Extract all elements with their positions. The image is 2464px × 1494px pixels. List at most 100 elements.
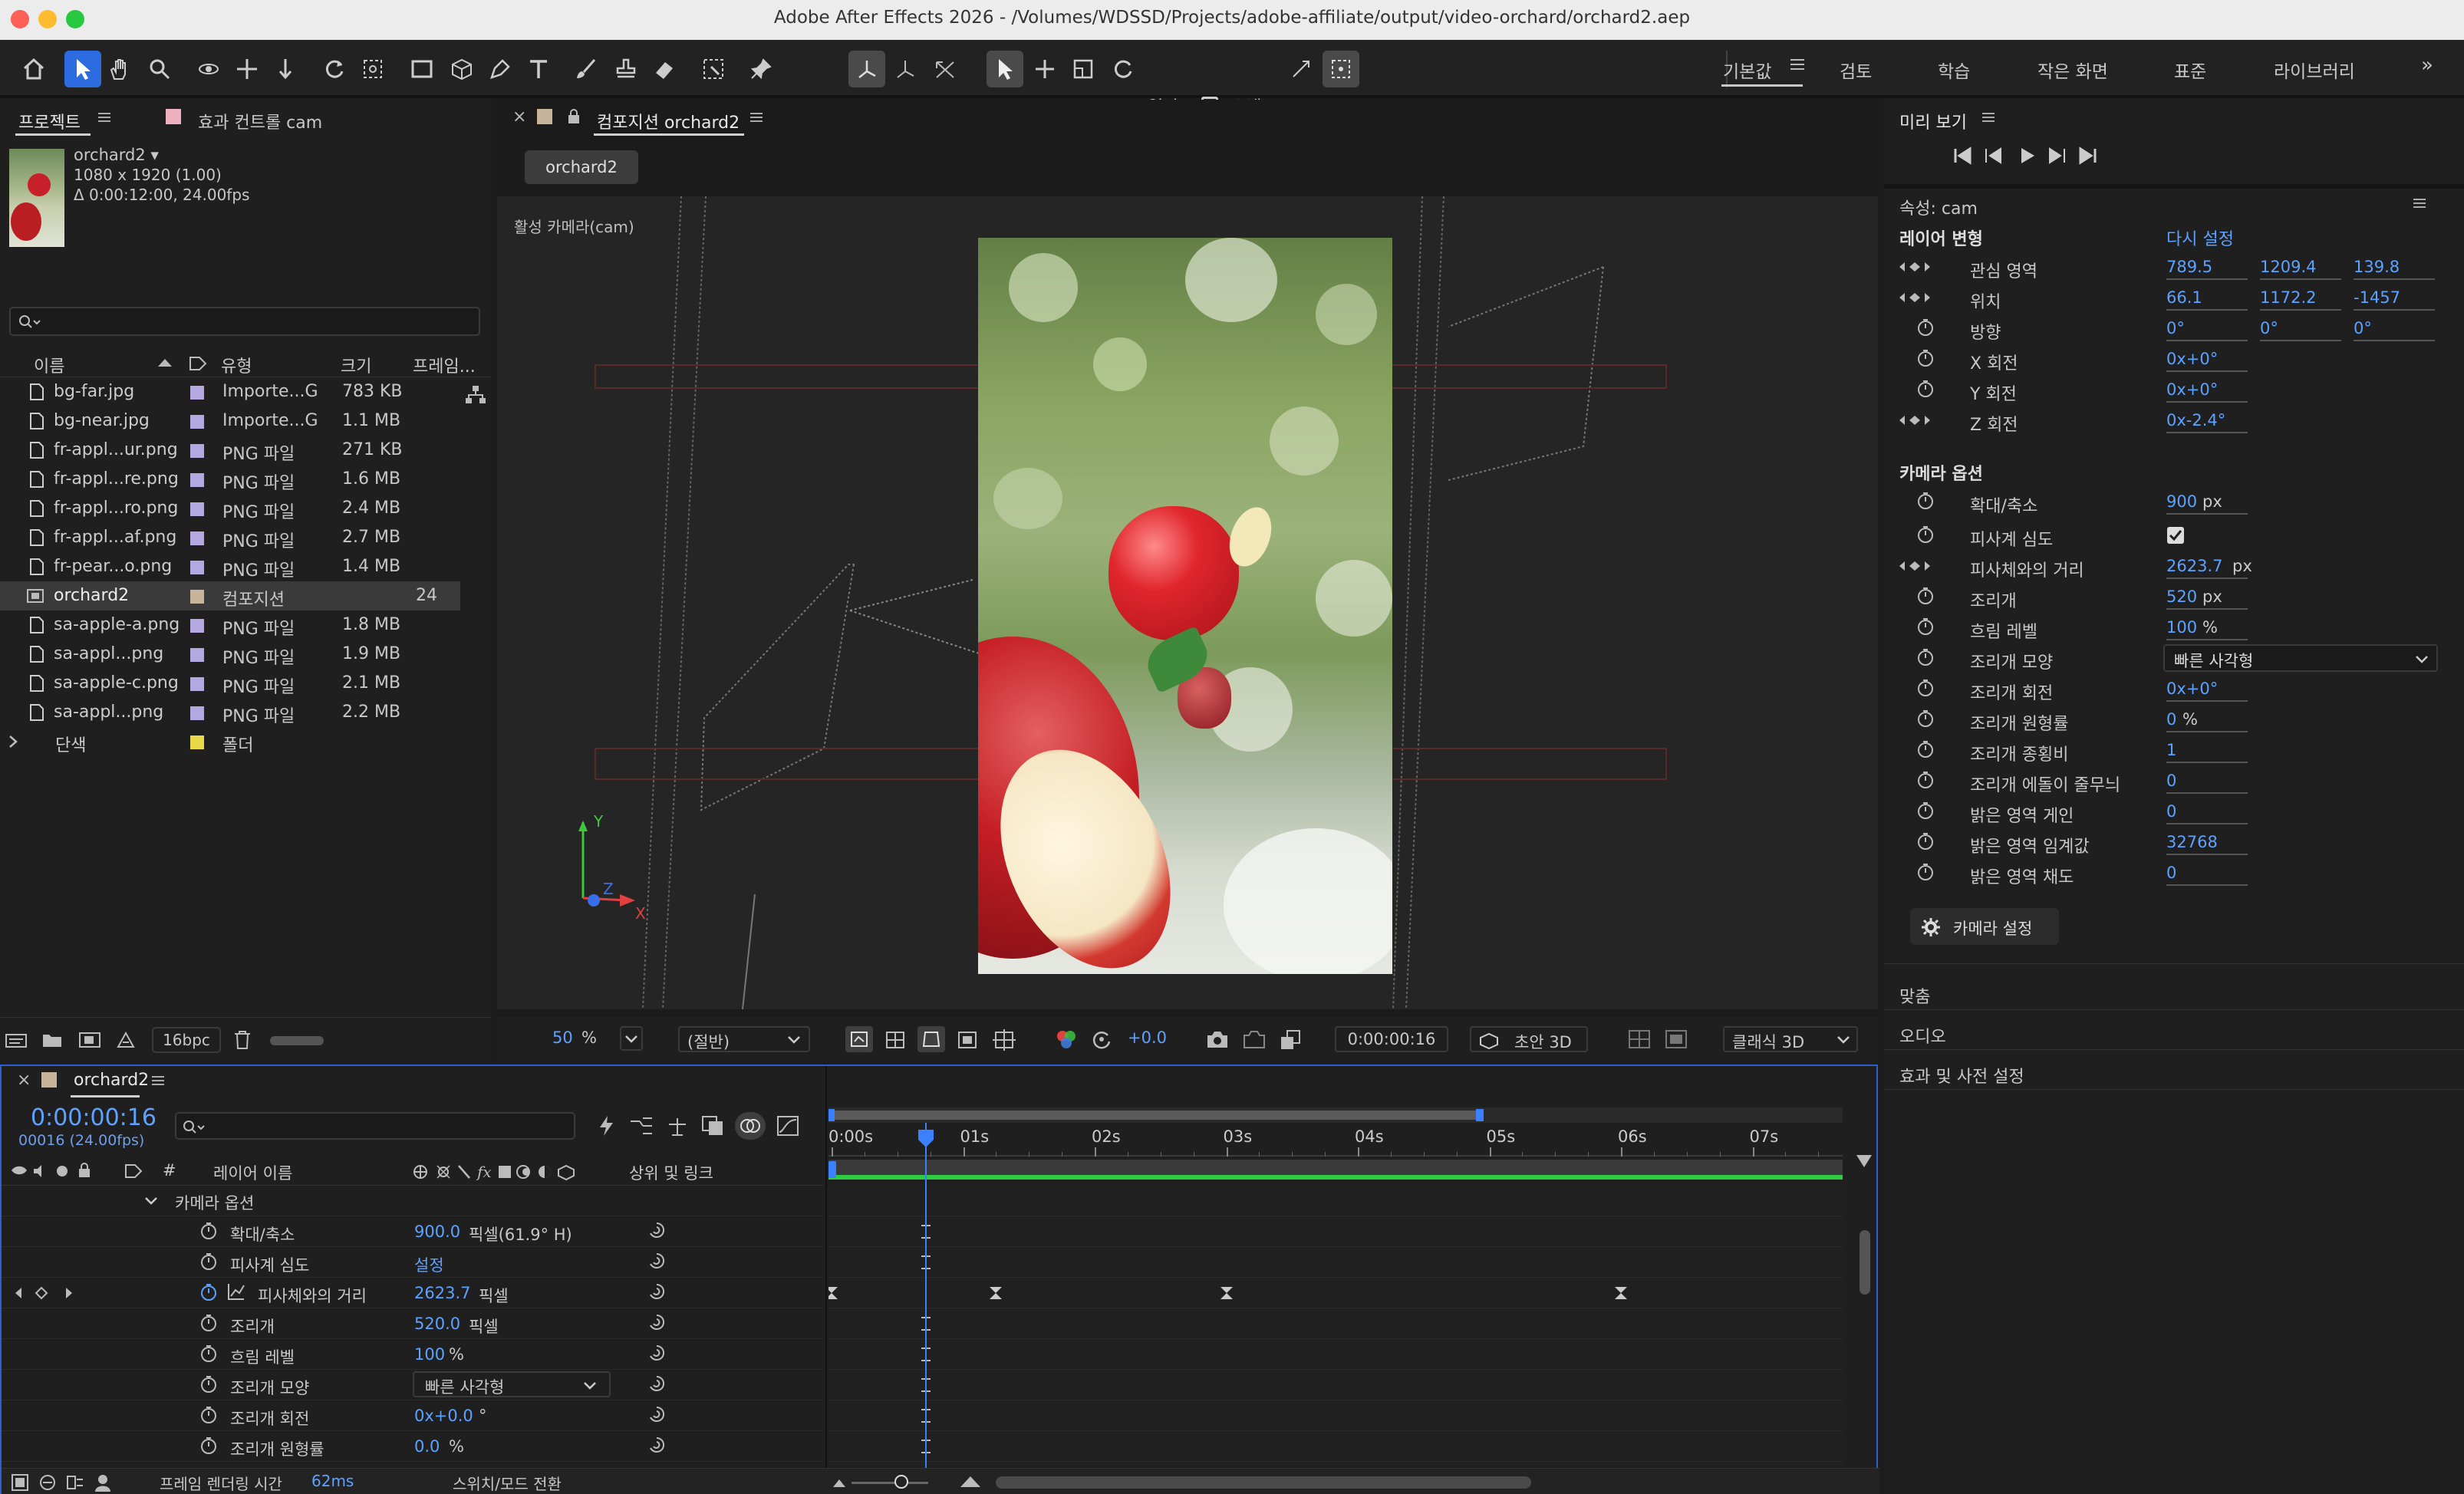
snapshot-icon[interactable] <box>1206 1029 1229 1049</box>
cube-tool-icon[interactable] <box>443 51 480 87</box>
transfer-controls-icon[interactable] <box>38 1473 57 1492</box>
pick-whip-icon[interactable] <box>647 1405 666 1423</box>
stopwatch-icon[interactable] <box>199 1221 218 1239</box>
timeline-zoom-slider[interactable] <box>852 1482 928 1484</box>
label-color-swatch[interactable] <box>190 735 204 749</box>
property-value[interactable]: 0° <box>2166 319 2248 341</box>
keyframe-navigator-icon[interactable] <box>1898 560 1932 572</box>
project-item[interactable]: 단색 폴더 <box>0 727 460 756</box>
stopwatch-icon[interactable] <box>1916 678 1935 696</box>
project-item[interactable]: fr-appl...ur.png PNG 파일 271 KB <box>0 436 460 465</box>
frame-blending-icon[interactable] <box>701 1115 724 1137</box>
eye-icon[interactable] <box>11 1165 28 1176</box>
project-item[interactable]: sa-appl...png PNG 파일 2.2 MB <box>0 698 460 727</box>
pick-whip-icon[interactable] <box>647 1252 666 1270</box>
timeline-property-row[interactable]: 조리개 회전 0x+0.0 ° <box>2 1400 824 1431</box>
column-frame[interactable]: 프레임... <box>413 353 476 377</box>
text-tool-icon[interactable] <box>520 51 557 87</box>
property-value[interactable]: 0 <box>2166 772 2248 794</box>
pick-whip-icon[interactable] <box>647 1221 666 1239</box>
playhead-icon[interactable] <box>917 1129 934 1149</box>
rotate-3d-icon[interactable] <box>1105 51 1141 87</box>
property-value[interactable]: 0.0 <box>414 1437 440 1456</box>
comp-flowchart-icon[interactable] <box>629 1115 654 1137</box>
comp-panel-menu-icon[interactable] <box>750 112 763 123</box>
property-value[interactable]: 0 <box>2166 710 2248 732</box>
label-color-swatch[interactable] <box>190 590 204 604</box>
work-area-end-handle[interactable] <box>1476 1109 1484 1121</box>
timeline-current-time[interactable]: 0:00:00:16 <box>31 1104 156 1131</box>
solo-icon[interactable] <box>57 1166 68 1176</box>
property-value[interactable]: 설정 <box>414 1253 444 1276</box>
keyframe-icon[interactable] <box>988 1285 1003 1301</box>
play-icon[interactable] <box>2019 147 2036 164</box>
last-frame-icon[interactable] <box>2079 146 2097 165</box>
stopwatch-icon[interactable] <box>1916 348 1935 367</box>
property-value[interactable]: 100 <box>414 1345 445 1364</box>
dolly-tool-icon[interactable] <box>267 51 304 87</box>
keyframe-lane[interactable] <box>828 1339 1843 1370</box>
in-out-panes-icon[interactable] <box>66 1473 84 1492</box>
stopwatch-icon[interactable] <box>1916 831 1935 850</box>
camera-options-group-row[interactable]: 카메라 옵션 <box>2 1186 824 1216</box>
pan-tool-icon[interactable] <box>229 51 265 87</box>
close-tab-icon[interactable]: × <box>512 107 526 127</box>
stopwatch-icon[interactable] <box>1916 709 1935 727</box>
workspace-menu-icon[interactable] <box>1790 58 1804 71</box>
property-value[interactable]: 0x+0° <box>2166 350 2248 372</box>
timeline-property-row[interactable]: 피사체와의 거리 2623.7 픽셀 <box>2 1278 824 1308</box>
lock-column-icon[interactable] <box>78 1163 91 1178</box>
stopwatch-icon[interactable] <box>199 1436 218 1454</box>
property-value[interactable]: -1457 <box>2354 288 2435 311</box>
label-color-swatch[interactable] <box>190 561 204 574</box>
more-workspaces-button[interactable]: » <box>2421 54 2433 77</box>
stopwatch-icon[interactable] <box>1916 770 1935 788</box>
close-timeline-icon[interactable]: × <box>17 1071 31 1090</box>
view-layout-icon[interactable] <box>1628 1029 1651 1049</box>
label-icon[interactable] <box>124 1163 143 1179</box>
column-type[interactable]: 유형 <box>221 353 252 377</box>
timeline-graph[interactable]: 0:00s 01s 02s 03s 04s 05s 06s 07s <box>828 1104 1843 1492</box>
project-menu-icon[interactable] <box>98 112 110 123</box>
timeline-scrollbar[interactable] <box>1860 1230 1870 1295</box>
label-color-swatch[interactable] <box>190 677 204 691</box>
project-item[interactable]: bg-near.jpg Importe...G 1.1 MB <box>0 406 460 436</box>
workspace-learn[interactable]: 학습 <box>1938 57 1970 83</box>
tab-timeline[interactable]: orchard2 <box>74 1071 149 1090</box>
property-value[interactable]: 0° <box>2354 319 2435 341</box>
stopwatch-icon[interactable] <box>1916 379 1935 397</box>
toggle-3d-view-icon[interactable] <box>1665 1029 1688 1049</box>
workspace-small-screen[interactable]: 작은 화면 <box>2037 57 2108 83</box>
workspace-review[interactable]: 검토 <box>1840 57 1872 83</box>
previous-frame-icon[interactable] <box>1984 147 2002 164</box>
world-axis-mode-icon[interactable] <box>887 51 924 87</box>
property-value[interactable]: 1209.4 <box>2260 258 2341 280</box>
current-time-indicator[interactable] <box>925 1123 927 1492</box>
pen-tool-icon[interactable] <box>482 51 519 87</box>
comp-name[interactable]: orchard2 ▾ <box>74 146 159 164</box>
property-value[interactable]: 789.5 <box>2166 258 2248 280</box>
project-item[interactable]: sa-apple-c.png PNG 파일 2.1 MB <box>0 669 460 698</box>
toggle-switches-modes[interactable]: 스위치/모드 전환 <box>453 1472 562 1494</box>
keyframe-navigator-icon[interactable] <box>14 1286 75 1300</box>
property-value[interactable]: 0 <box>2166 864 2248 886</box>
pick-whip-icon[interactable] <box>647 1374 666 1393</box>
label-color-swatch[interactable] <box>190 444 204 458</box>
selection-tool-icon[interactable] <box>64 51 101 87</box>
keyframe-lane[interactable] <box>828 1186 1843 1216</box>
pick-whip-icon[interactable] <box>647 1344 666 1362</box>
project-item[interactable]: fr-pear...o.png PNG 파일 1.4 MB <box>0 552 460 581</box>
keyframe-navigator-icon[interactable] <box>1898 261 1932 273</box>
property-value[interactable]: 66.1 <box>2166 288 2248 311</box>
scale-3d-icon[interactable] <box>1065 51 1102 87</box>
bit-depth-button[interactable]: 16bpc <box>152 1027 221 1053</box>
first-frame-icon[interactable] <box>1953 146 1972 165</box>
project-item[interactable]: fr-appl...af.png PNG 파일 2.7 MB <box>0 523 460 552</box>
stopwatch-icon[interactable] <box>1916 801 1935 819</box>
timeline-property-row[interactable]: 피사계 심도 설정 <box>2 1247 824 1278</box>
column-name[interactable]: 이름 <box>34 353 64 377</box>
snap-options-icon[interactable] <box>1283 51 1319 87</box>
keyframe-lane[interactable] <box>828 1431 1843 1462</box>
property-value[interactable]: 1172.2 <box>2260 288 2341 311</box>
audio-icon[interactable] <box>32 1163 48 1179</box>
